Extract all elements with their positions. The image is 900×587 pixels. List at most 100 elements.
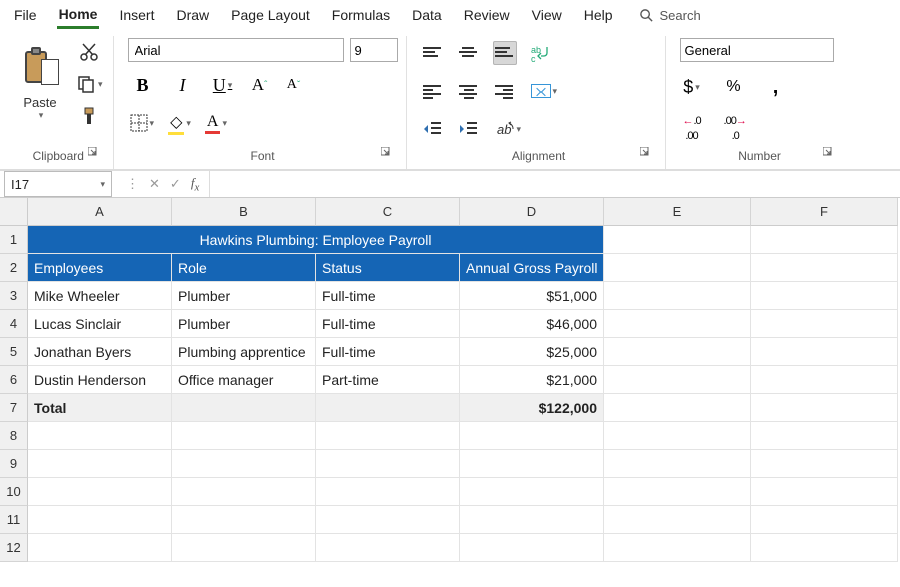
cell-F12[interactable] xyxy=(751,534,898,562)
cell-A6[interactable]: Dustin Henderson xyxy=(28,366,172,394)
col-header-F[interactable]: F xyxy=(751,198,898,226)
select-all-corner[interactable] xyxy=(0,198,28,226)
cell-F5[interactable] xyxy=(751,338,898,366)
cut-button[interactable] xyxy=(74,40,105,64)
cell-D9[interactable] xyxy=(460,450,604,478)
cancel-formula-button[interactable]: ✕ xyxy=(149,176,160,192)
cell-F10[interactable] xyxy=(751,478,898,506)
row-header-5[interactable]: 5 xyxy=(0,338,28,366)
cell-E6[interactable] xyxy=(604,366,751,394)
cell-A5[interactable]: Jonathan Byers xyxy=(28,338,172,366)
italic-button[interactable]: I xyxy=(168,73,198,98)
row-header-9[interactable]: 9 xyxy=(0,450,28,478)
align-center-button[interactable] xyxy=(457,79,481,103)
row-header-8[interactable]: 8 xyxy=(0,422,28,450)
decrease-decimal-button[interactable]: .00→.0 xyxy=(722,110,749,144)
font-name-input[interactable] xyxy=(128,38,344,62)
cell-D6[interactable]: $21,000 xyxy=(460,366,604,394)
col-header-C[interactable]: C xyxy=(316,198,460,226)
row-header-10[interactable]: 10 xyxy=(0,478,28,506)
row-header-2[interactable]: 2 xyxy=(0,254,28,282)
underline-button[interactable]: U▾ xyxy=(208,73,238,98)
row-header-12[interactable]: 12 xyxy=(0,534,28,562)
font-size-input[interactable] xyxy=(350,38,398,62)
cell-E7[interactable] xyxy=(604,394,751,422)
menu-file[interactable]: File xyxy=(12,3,39,27)
cell-A2[interactable]: Employees xyxy=(28,254,172,282)
number-dialog-launcher[interactable] xyxy=(816,140,840,164)
row-header-11[interactable]: 11 xyxy=(0,506,28,534)
increase-decimal-button[interactable]: ←.0.00 xyxy=(680,110,704,144)
format-painter-button[interactable] xyxy=(74,104,105,128)
col-header-D[interactable]: D xyxy=(460,198,604,226)
cell-D12[interactable] xyxy=(460,534,604,562)
menu-insert[interactable]: Insert xyxy=(117,3,156,27)
currency-button[interactable]: $▾ xyxy=(680,75,704,100)
cell-B12[interactable] xyxy=(172,534,316,562)
menu-formulas[interactable]: Formulas xyxy=(330,3,392,27)
dots-icon[interactable]: ⋮ xyxy=(126,176,139,192)
align-top-button[interactable] xyxy=(421,41,445,65)
menu-draw[interactable]: Draw xyxy=(174,3,211,27)
percent-button[interactable]: % xyxy=(722,75,746,99)
cell-B8[interactable] xyxy=(172,422,316,450)
cell-C8[interactable] xyxy=(316,422,460,450)
number-format-select[interactable] xyxy=(680,38,834,62)
cell-C9[interactable] xyxy=(316,450,460,478)
font-color-button[interactable]: A▾ xyxy=(203,111,229,136)
orientation-button[interactable]: ab ▾ xyxy=(493,117,524,141)
cell-C5[interactable]: Full-time xyxy=(316,338,460,366)
name-box[interactable]: I17 ▾ xyxy=(4,171,112,197)
cell-title[interactable]: Hawkins Plumbing: Employee Payroll xyxy=(28,226,604,254)
align-right-button[interactable] xyxy=(493,79,517,103)
cell-A11[interactable] xyxy=(28,506,172,534)
cell-C6[interactable]: Part-time xyxy=(316,366,460,394)
cell-A4[interactable]: Lucas Sinclair xyxy=(28,310,172,338)
cell-E11[interactable] xyxy=(604,506,751,534)
row-header-7[interactable]: 7 xyxy=(0,394,28,422)
cell-E3[interactable] xyxy=(604,282,751,310)
cell-D4[interactable]: $46,000 xyxy=(460,310,604,338)
align-left-button[interactable] xyxy=(421,79,445,103)
cell-F2[interactable] xyxy=(751,254,898,282)
cell-D11[interactable] xyxy=(460,506,604,534)
font-dialog-launcher[interactable] xyxy=(374,140,398,164)
cell-F7[interactable] xyxy=(751,394,898,422)
cell-E1[interactable] xyxy=(604,226,751,254)
cell-A8[interactable] xyxy=(28,422,172,450)
search-box[interactable]: Search xyxy=(639,8,701,23)
accept-formula-button[interactable]: ✓ xyxy=(170,176,181,192)
formula-input[interactable] xyxy=(210,171,900,197)
cell-E2[interactable] xyxy=(604,254,751,282)
cell-C4[interactable]: Full-time xyxy=(316,310,460,338)
cell-C12[interactable] xyxy=(316,534,460,562)
row-header-3[interactable]: 3 xyxy=(0,282,28,310)
menu-page-layout[interactable]: Page Layout xyxy=(229,3,312,27)
cell-B10[interactable] xyxy=(172,478,316,506)
fill-color-button[interactable]: ◇▾ xyxy=(166,110,193,137)
shrink-font-button[interactable]: Aˇ xyxy=(282,73,306,97)
bold-button[interactable]: B xyxy=(128,73,158,98)
cell-E9[interactable] xyxy=(604,450,751,478)
spreadsheet-grid[interactable]: A B C D E F 1 Hawkins Plumbing: Employee… xyxy=(0,198,900,562)
cell-A9[interactable] xyxy=(28,450,172,478)
copy-button[interactable]: ▾ xyxy=(74,72,105,96)
cell-A3[interactable]: Mike Wheeler xyxy=(28,282,172,310)
cell-B11[interactable] xyxy=(172,506,316,534)
cell-F11[interactable] xyxy=(751,506,898,534)
cell-F6[interactable] xyxy=(751,366,898,394)
menu-view[interactable]: View xyxy=(530,3,564,27)
align-bottom-button[interactable] xyxy=(493,41,517,65)
comma-style-button[interactable]: , xyxy=(764,74,788,101)
clipboard-dialog-launcher[interactable] xyxy=(81,140,105,164)
align-middle-button[interactable] xyxy=(457,41,481,65)
cell-E12[interactable] xyxy=(604,534,751,562)
cell-E10[interactable] xyxy=(604,478,751,506)
cell-C2[interactable]: Status xyxy=(316,254,460,282)
cell-C7[interactable] xyxy=(316,394,460,422)
cell-E4[interactable] xyxy=(604,310,751,338)
cell-E5[interactable] xyxy=(604,338,751,366)
col-header-B[interactable]: B xyxy=(172,198,316,226)
cell-B2[interactable]: Role xyxy=(172,254,316,282)
decrease-indent-button[interactable] xyxy=(421,117,445,141)
